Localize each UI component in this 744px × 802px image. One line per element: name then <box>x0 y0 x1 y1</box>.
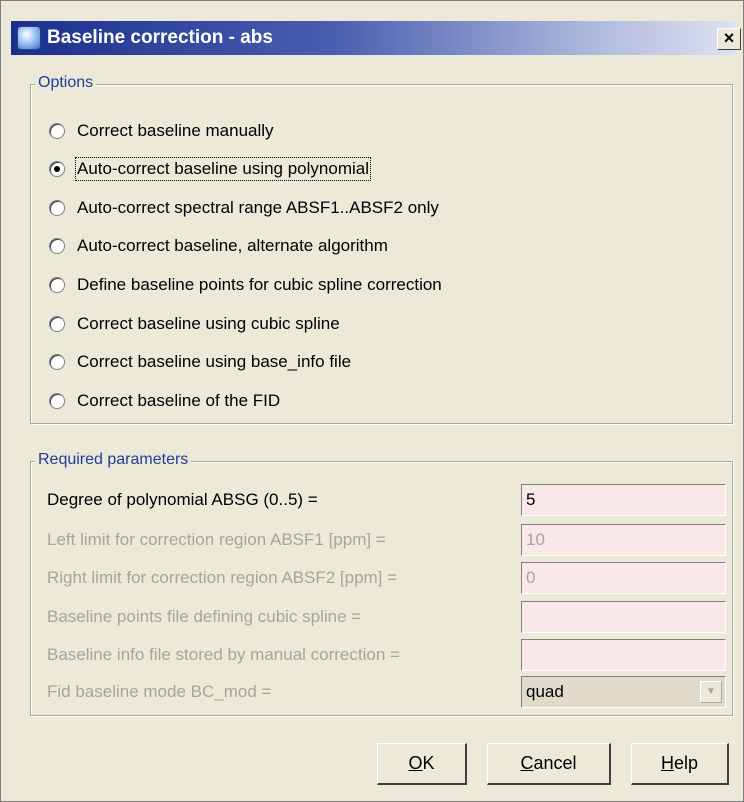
param-label-absg: Degree of polynomial ABSG (0..5) = <box>47 490 318 509</box>
radio-button[interactable] <box>49 354 65 370</box>
help-mnemonic: H <box>660 753 674 773</box>
param-row-absf2: Right limit for correction region ABSF2 … <box>47 562 397 594</box>
param-label-absf1: Left limit for correction region ABSF1 [… <box>47 530 386 549</box>
radio-button[interactable] <box>49 277 65 293</box>
option-label: Auto-correct baseline using polynomial <box>75 157 371 181</box>
options-legend: Options <box>35 73 97 93</box>
param-row-absf1: Left limit for correction region ABSF1 [… <box>47 524 386 556</box>
option-base-info-file[interactable]: Correct baseline using base_info file <box>49 348 351 376</box>
option-label: Define baseline points for cubic spline … <box>77 275 442 294</box>
radio-button[interactable] <box>49 123 65 139</box>
param-row-spline-file: Baseline points file defining cubic spli… <box>47 601 361 633</box>
required-parameters-group: Required parameters Degree of polynomial… <box>30 450 733 716</box>
option-label: Auto-correct baseline, alternate algorit… <box>77 236 388 255</box>
radio-button[interactable] <box>49 238 65 254</box>
cancel-label-rest: ancel <box>533 753 577 773</box>
radio-button[interactable] <box>49 316 65 332</box>
cancel-mnemonic: C <box>520 753 534 773</box>
ok-mnemonic: O <box>408 753 423 773</box>
ok-button[interactable]: OK <box>377 743 467 785</box>
option-label: Correct baseline using base_info file <box>77 352 352 371</box>
title-bar[interactable]: Baseline correction - abs × <box>11 21 741 55</box>
radio-button[interactable] <box>49 200 65 216</box>
bc-mod-select: quad ▼ <box>521 676 726 708</box>
radio-button-selected[interactable] <box>49 161 65 177</box>
param-label-absf2: Right limit for correction region ABSF2 … <box>47 568 398 587</box>
option-auto-spectral-range[interactable]: Auto-correct spectral range ABSF1..ABSF2… <box>49 194 439 222</box>
app-icon <box>17 26 41 50</box>
param-row-bc-mod: Fid baseline mode BC_mod = <box>47 676 271 708</box>
param-row-absg: Degree of polynomial ABSG (0..5) = <box>47 484 318 516</box>
option-label: Correct baseline manually <box>77 121 274 140</box>
absf1-input: 10 <box>521 524 726 556</box>
option-fid-baseline[interactable]: Correct baseline of the FID <box>49 387 280 415</box>
chevron-down-icon: ▼ <box>700 681 722 703</box>
bc-mod-value: quad <box>526 682 564 701</box>
info-file-input <box>521 639 726 671</box>
param-row-info-file: Baseline info file stored by manual corr… <box>47 639 400 671</box>
param-label-spline-file: Baseline points file defining cubic spli… <box>47 607 362 626</box>
absf2-input: 0 <box>521 562 726 594</box>
radio-button[interactable] <box>49 393 65 409</box>
option-auto-polynomial[interactable]: Auto-correct baseline using polynomial <box>49 155 371 183</box>
option-define-spline-points[interactable]: Define baseline points for cubic spline … <box>49 271 442 299</box>
close-button[interactable]: × <box>717 28 741 50</box>
option-label: Correct baseline of the FID <box>77 391 281 410</box>
option-label: Correct baseline using cubic spline <box>77 314 340 333</box>
param-label-info-file: Baseline info file stored by manual corr… <box>47 645 400 664</box>
help-button[interactable]: Help <box>631 743 729 785</box>
dialog-window: Baseline correction - abs × Options Corr… <box>0 0 744 802</box>
option-label: Auto-correct spectral range ABSF1..ABSF2… <box>77 198 439 217</box>
parameters-legend: Required parameters <box>35 450 192 470</box>
help-label-rest: elp <box>673 753 699 773</box>
options-group: Options Correct baseline manually Auto-c… <box>30 73 733 424</box>
option-cubic-spline[interactable]: Correct baseline using cubic spline <box>49 310 340 338</box>
spline-file-input <box>521 601 726 633</box>
ok-label-rest: K <box>422 753 435 773</box>
param-label-bc-mod: Fid baseline mode BC_mod = <box>47 682 272 701</box>
absg-input[interactable]: 5 <box>521 484 726 516</box>
cancel-button[interactable]: Cancel <box>487 743 611 785</box>
option-correct-manually[interactable]: Correct baseline manually <box>49 117 274 145</box>
option-auto-alternate[interactable]: Auto-correct baseline, alternate algorit… <box>49 232 388 260</box>
window-title: Baseline correction - abs <box>47 27 273 48</box>
